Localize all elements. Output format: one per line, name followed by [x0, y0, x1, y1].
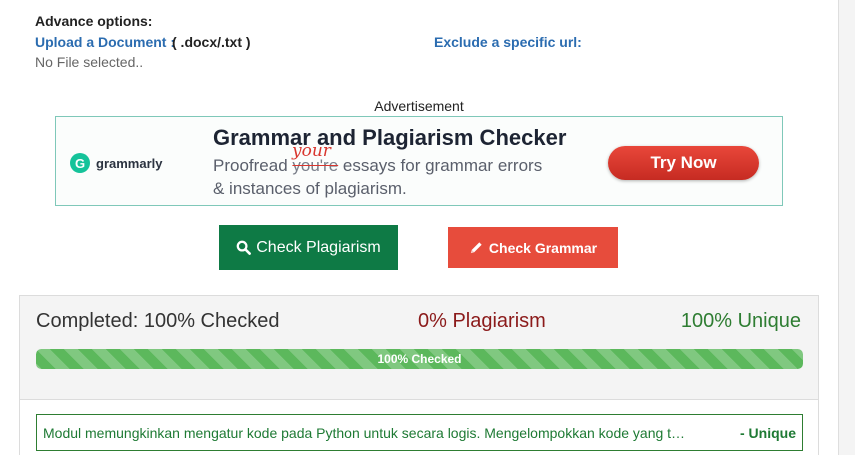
grammarly-ad-banner[interactable]: G grammarly Grammar and Plagiarism Check…	[55, 116, 783, 206]
vertical-scrollbar[interactable]	[838, 0, 855, 455]
results-panel: Completed: 100% Checked 0% Plagiarism 10…	[19, 295, 819, 455]
plagiarism-checker-page: Advance options: Upload a Document : ( .…	[0, 0, 838, 455]
progress-label: 100% Checked	[377, 352, 462, 366]
grammarly-logo: G grammarly	[70, 153, 162, 173]
unique-percentage: 100% Unique	[680, 310, 801, 332]
sentence-result-row[interactable]: Modul memungkinkan mengatur kode pada Py…	[36, 414, 803, 451]
ad-struck-word: you're	[292, 156, 339, 175]
try-now-button[interactable]: Try Now	[608, 146, 759, 180]
pencil-icon	[469, 240, 484, 255]
completed-status: Completed: 100% Checked	[36, 310, 280, 332]
exclude-url-link[interactable]: Exclude a specific url:	[434, 34, 582, 50]
upload-file-types: ( .docx/.txt )	[172, 34, 251, 50]
ad-body-line-1: Proofread you're essays for grammar erro…	[213, 156, 542, 176]
grammarly-brand-name: grammarly	[96, 155, 163, 171]
grammarly-g-icon: G	[70, 153, 90, 173]
advertisement-label: Advertisement	[374, 98, 464, 114]
ad-body-line-2: & instances of plagiarism.	[213, 179, 407, 198]
advanced-options-title: Advance options:	[35, 13, 153, 29]
plagiarism-percentage: 0% Plagiarism	[418, 310, 546, 332]
check-grammar-button[interactable]: Check Grammar	[448, 227, 618, 268]
progress-bar: 100% Checked	[36, 349, 803, 369]
check-plagiarism-button[interactable]: Check Plagiarism	[219, 225, 398, 270]
sentence-unique-status: - Unique	[740, 425, 796, 441]
upload-document-link[interactable]: Upload a Document :	[35, 34, 175, 50]
sentence-results: Modul memungkinkan mengatur kode pada Py…	[20, 399, 818, 455]
ad-headline: Grammar and Plagiarism Checker	[213, 125, 567, 150]
sentence-text: Modul memungkinkan mengatur kode pada Py…	[43, 425, 686, 441]
ad-line1-suffix: essays for grammar errors	[338, 156, 543, 175]
check-grammar-label: Check Grammar	[488, 239, 598, 256]
ad-line1-prefix: Proofread	[213, 156, 293, 175]
search-icon	[236, 240, 252, 255]
no-file-selected-text: No File selected..	[35, 54, 144, 70]
check-plagiarism-label: Check Plagiarism	[256, 238, 381, 256]
